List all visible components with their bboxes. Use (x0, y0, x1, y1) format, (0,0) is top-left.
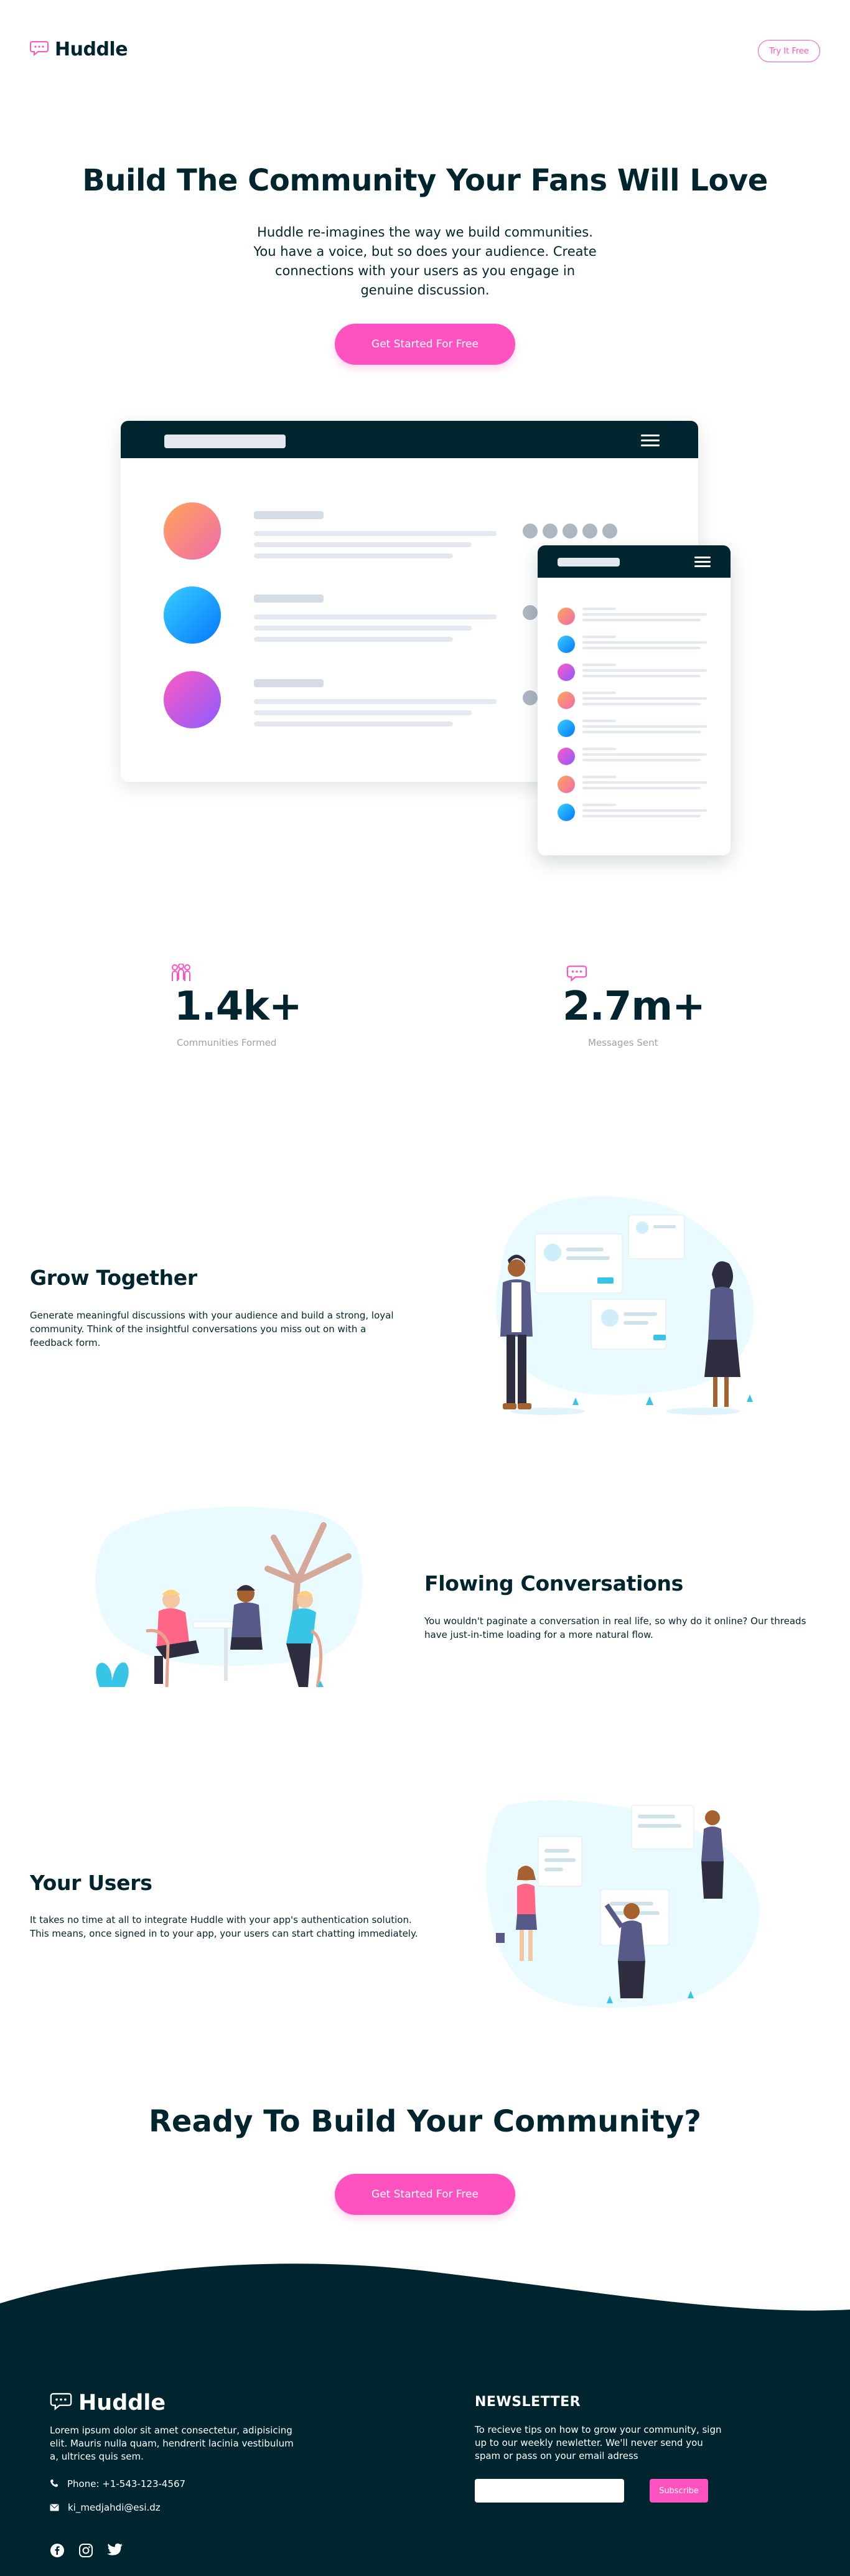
get-started-button[interactable]: Get Started For Free (335, 324, 515, 365)
cta-title: Ready To Build Your Community? (148, 2104, 702, 2139)
facebook-icon[interactable] (50, 2543, 65, 2560)
subscribe-button[interactable]: Subscribe (650, 2479, 708, 2503)
feature-title-grow-together: Grow Together (30, 1266, 197, 1290)
feature-title-flowing-conversations: Flowing Conversations (424, 1571, 683, 1596)
phone-mockup (538, 545, 731, 855)
hero-subtitle: Huddle re-imagines the way we build comm… (253, 225, 597, 298)
avatar (164, 586, 221, 644)
header-logo[interactable]: Huddle (30, 39, 128, 60)
footer-logo[interactable]: Huddle (50, 2390, 166, 2415)
avatar (164, 502, 221, 560)
logo-text: Huddle (55, 39, 128, 60)
hamburger-icon (641, 435, 660, 446)
footer-logo-text: Huddle (78, 2390, 166, 2415)
social-links (50, 2543, 123, 2560)
try-it-free-button[interactable]: Try It Free (758, 40, 820, 62)
chat-bubble-icon (30, 40, 49, 59)
communities-icon (169, 963, 193, 985)
newsletter-text: To recieve tips on how to grow your comm… (475, 2424, 722, 2461)
chat-bubble-icon (50, 2392, 72, 2414)
feature-text-grow-together: Generate meaningful discussions with you… (30, 1310, 394, 1348)
footer-email[interactable]: ki_medjahdi@esi.dz (50, 2501, 161, 2514)
phone-avatar (558, 720, 575, 737)
newsletter-email-input[interactable] (475, 2479, 624, 2503)
stat-communities-label: Communities Formed (177, 1037, 277, 1048)
stat-messages-value: 2.7m+ (563, 984, 706, 1030)
footer-phone: Phone: +1-543-123-4567 (50, 2478, 185, 2491)
stat-messages-label: Messages Sent (588, 1037, 658, 1048)
browser-address-bar (164, 435, 286, 448)
footer-about: Lorem ipsum dolor sit amet consectetur, … (50, 2425, 294, 2462)
grow-together-illustration (479, 1190, 765, 1423)
messages-icon (566, 965, 587, 985)
mail-icon (50, 2502, 59, 2514)
feature-text-flowing-conversations: You wouldn't paginate a conversation in … (424, 1615, 806, 1640)
feature-title-your-users: Your Users (30, 1871, 152, 1895)
hamburger-icon (694, 557, 711, 567)
avatar (164, 671, 221, 728)
hero-title: Build The Community Your Fans Will Love (82, 163, 768, 198)
your-users-illustration (482, 1799, 762, 2013)
phone-icon (50, 2478, 58, 2490)
phone-avatar (558, 608, 575, 625)
phone-avatar (558, 664, 575, 681)
footer-phone-text: Phone: +1-543-123-4567 (67, 2478, 186, 2489)
browser-topbar (121, 421, 698, 458)
phone-avatar (558, 748, 575, 765)
flowing-conversations-illustration (87, 1500, 373, 1714)
feature-text-your-users: It takes no time at all to integrate Hud… (30, 1914, 418, 1939)
stat-communities-value: 1.4k+ (174, 984, 302, 1030)
phone-avatar (558, 692, 575, 709)
cta-get-started-button[interactable]: Get Started For Free (335, 2174, 515, 2215)
phone-avatar (558, 636, 575, 653)
footer-email-text: ki_medjahdi@esi.dz (68, 2502, 161, 2513)
phone-avatar (558, 804, 575, 821)
phone-topbar (538, 545, 731, 578)
phone-avatar (558, 776, 575, 793)
instagram-icon[interactable] (78, 2543, 93, 2560)
twitter-icon[interactable] (107, 2543, 123, 2560)
newsletter-heading: NEWSLETTER (475, 2394, 581, 2410)
